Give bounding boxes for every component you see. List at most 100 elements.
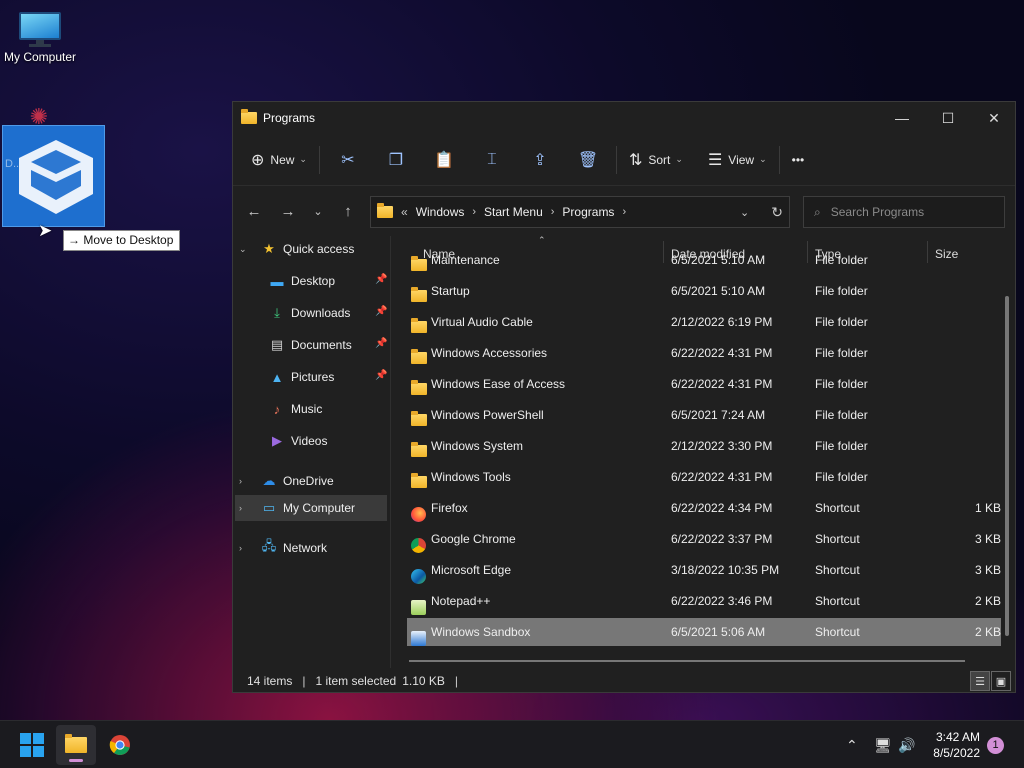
chevron-right-icon[interactable]: › [622,206,626,218]
share-button[interactable]: ⇪ [516,144,564,176]
nav-label: Quick access [283,242,355,256]
file-row[interactable]: Notepad++ 6/22/2022 3:46 PM Shortcut 2 KB [407,587,1001,615]
desktop-icon-label: My Computer [3,50,77,64]
overflow-chevron[interactable]: « [401,205,408,219]
details-view-button[interactable]: ☰ [970,671,990,691]
sort-icon: ⇅ [628,151,643,169]
file-name: Startup [431,284,470,298]
file-date: 6/22/2022 3:46 PM [671,594,773,608]
file-row[interactable]: Windows PowerShell 6/5/2021 7:24 AM File f… [407,401,1001,429]
file-row[interactable]: Virtual Audio Cable 2/12/2022 6:19 PM File… [407,308,1001,336]
toolbar-divider [615,145,617,174]
rename-button[interactable]: ⌶ [468,144,516,176]
minimize-button[interactable]: — [879,102,925,134]
view-label: View [728,152,755,167]
mouse-cursor-icon: ➤ [38,221,53,240]
file-row[interactable]: Windows Tools 6/22/2022 4:31 PM File folde… [407,463,1001,491]
paste-button[interactable]: 📋 [420,144,468,176]
volume-button[interactable]: 🔊 [898,721,915,768]
nav-item-pictures[interactable]: ▲ Pictures [269,364,335,390]
taskbar-file-explorer[interactable] [56,725,96,765]
window-title: Programs [263,111,316,125]
nav-onedrive[interactable]: › ☁ OneDrive [239,468,334,494]
share-icon: ⇪ [533,151,547,169]
file-name: Google Chrome [431,532,516,546]
maximize-button[interactable]: ☐ [925,102,971,134]
pin-icon[interactable]: 📌 [375,306,387,317]
file-row[interactable]: Firefox 6/22/2022 4:34 PM Shortcut 1 KB [407,494,1001,522]
file-row[interactable]: Startup 6/5/2021 5:10 AM File folder [407,277,1001,305]
sort-button[interactable]: ⇅ Sort ⌄ [621,144,691,176]
file-date: 6/22/2022 3:37 PM [671,532,773,546]
file-size: 3 KB [974,563,1001,577]
nav-item-documents[interactable]: ▤ Documents [269,332,352,358]
file-row[interactable]: Maintenance 6/5/2021 5:10 AM File folder [407,246,1001,274]
file-type: Shortcut [815,594,860,608]
close-button[interactable]: ✕ [971,102,1017,134]
nav-my-computer[interactable]: › ▭ My Computer [239,495,355,521]
file-name: Virtual Audio Cable [431,315,533,329]
recent-locations-button[interactable]: ⌄ [303,186,333,236]
arrow-left-icon: ← [246,202,262,220]
chevron-right-icon[interactable]: › [472,206,476,218]
clock-date: 8/5/2022 [933,746,980,760]
pin-icon[interactable]: 📌 [375,274,387,285]
file-row[interactable]: Google Chrome 6/22/2022 3:37 PM Shortcut 3 … [407,525,1001,553]
address-dropdown-button[interactable]: ⌄ [740,206,749,219]
copy-icon: ❐ [388,151,404,169]
view-button[interactable]: ☰ View ⌄ [700,144,775,176]
nav-label: Documents [291,338,352,352]
network-status-button[interactable]: 🖥 [874,721,892,768]
file-row[interactable]: Windows Ease of Access 6/22/2022 4:31 PM F… [407,370,1001,398]
notification-badge[interactable]: 1 [987,737,1004,754]
show-hidden-icons-button[interactable]: ⌃ [846,721,858,768]
nav-item-music[interactable]: ♪ Music [269,396,323,422]
vertical-scrollbar[interactable] [1005,296,1009,636]
file-row[interactable]: Microsoft Edge 3/18/2022 10:35 PM Shortcut… [407,556,1001,584]
nav-item-desktop[interactable]: ▬ Desktop [269,268,336,294]
nav-item-videos[interactable]: ▶ Videos [269,428,327,454]
picture-icon: ▲ [270,369,284,385]
new-button[interactable]: ⊕ New ⌄ [243,144,315,176]
chevron-right-icon[interactable]: › [239,503,242,513]
pin-icon[interactable]: 📌 [375,338,387,349]
tiles-view-button[interactable]: ▣ [991,671,1011,691]
breadcrumb-windows[interactable]: Windows [416,205,465,219]
chevron-down-icon[interactable]: ⌄ [239,244,247,255]
file-name: Notepad++ [431,594,491,608]
clock[interactable]: 3:42 AM 8/5/2022 [924,729,980,761]
chevron-right-icon[interactable]: › [239,476,242,486]
folder-icon [411,442,427,457]
chevron-right-icon[interactable]: › [551,206,555,218]
chevron-right-icon[interactable]: › [239,543,242,553]
taskbar-chrome[interactable] [100,725,140,765]
forward-button[interactable]: → [273,186,303,236]
address-bar[interactable]: « Windows › Start Menu › Programs › ⌄ ↻ [370,196,790,228]
nav-quick-access[interactable]: ⌄ ★ Quick access [239,236,355,262]
start-button[interactable] [12,725,52,765]
pin-icon[interactable]: 📌 [375,370,387,381]
ellipsis-icon: ••• [791,152,805,167]
selection-size: 1.10 KB [402,674,445,688]
back-button[interactable]: ← [239,186,269,236]
file-row[interactable]: Windows Sandbox 6/5/2021 5:06 AM Shortcut 2… [407,618,1001,646]
breadcrumb-programs[interactable]: Programs [562,205,614,219]
refresh-icon[interactable]: ↻ [771,204,783,221]
nav-network[interactable]: › 🖧 Network [239,535,327,561]
nav-item-downloads[interactable]: ⤓ Downloads [269,300,350,326]
copy-button[interactable]: ❐ [372,144,420,176]
nav-label: Videos [291,434,328,448]
more-options-button[interactable]: ••• [784,144,813,176]
search-input[interactable] [830,205,991,219]
search-box[interactable]: ⌕ [803,196,1005,228]
star-icon: ★ [263,241,275,256]
file-row[interactable]: Windows System 2/12/2022 3:30 PM File fold… [407,432,1001,460]
horizontal-scrollbar[interactable] [409,660,965,662]
breadcrumb-start-menu[interactable]: Start Menu [484,205,543,219]
file-size: 1 KB [974,501,1001,515]
desktop-icon-my-computer[interactable]: My Computer [0,12,80,64]
cut-button[interactable]: ✂ [324,144,372,176]
delete-button[interactable]: 🗑 [564,144,612,176]
up-button[interactable]: ↑ [333,186,363,236]
file-row[interactable]: Windows Accessories 6/22/2022 4:31 PM File… [407,339,1001,367]
